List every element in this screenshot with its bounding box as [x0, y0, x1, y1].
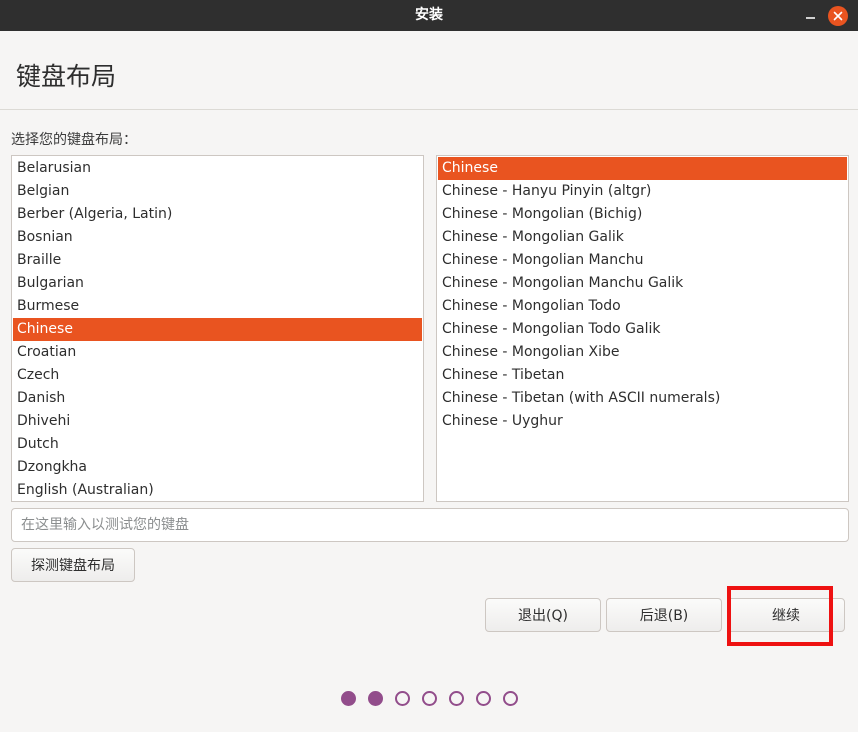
- progress-dot: [395, 691, 410, 706]
- close-icon: [833, 11, 843, 21]
- keyboard-layout-list[interactable]: Belarusian Belgian Berber (Algeria, Latin)…: [11, 155, 424, 502]
- list-item[interactable]: Chinese: [13, 318, 422, 341]
- minimize-button[interactable]: [800, 6, 820, 26]
- list-item[interactable]: Chinese - Mongolian Manchu: [438, 249, 847, 272]
- close-button[interactable]: [828, 6, 848, 26]
- progress-dots: [0, 691, 858, 707]
- list-item[interactable]: Croatian: [13, 341, 422, 364]
- list-item[interactable]: Chinese - Mongolian Xibe: [438, 341, 847, 364]
- layout-prompt-label: 选择您的键盘布局：: [11, 132, 137, 148]
- page-title: 键盘布局: [16, 62, 117, 91]
- list-item[interactable]: Chinese - Mongolian (Bichig): [438, 203, 847, 226]
- list-item[interactable]: Dzongkha: [13, 456, 422, 479]
- list-item[interactable]: Berber (Algeria, Latin): [13, 203, 422, 226]
- list-item[interactable]: Chinese - Mongolian Todo: [438, 295, 847, 318]
- minimize-icon: [805, 17, 815, 19]
- progress-dot: [422, 691, 437, 706]
- page-header: 键盘布局: [0, 31, 858, 110]
- list-item[interactable]: Chinese - Mongolian Manchu Galik: [438, 272, 847, 295]
- list-item[interactable]: Chinese - Mongolian Galik: [438, 226, 847, 249]
- list-item[interactable]: Dutch: [13, 433, 422, 456]
- list-item[interactable]: Chinese - Uyghur: [438, 410, 847, 433]
- progress-dot: [368, 691, 383, 706]
- list-item[interactable]: Chinese: [438, 157, 847, 180]
- list-item[interactable]: Bulgarian: [13, 272, 422, 295]
- window-title: 安装: [415, 7, 443, 23]
- title-bar: 安装: [0, 0, 858, 31]
- list-item[interactable]: Chinese - Tibetan (with ASCII numerals): [438, 387, 847, 410]
- list-item[interactable]: Chinese - Hanyu Pinyin (altgr): [438, 180, 847, 203]
- list-item[interactable]: Chinese - Tibetan: [438, 364, 847, 387]
- list-item[interactable]: Danish: [13, 387, 422, 410]
- list-item[interactable]: Chinese - Mongolian Todo Galik: [438, 318, 847, 341]
- list-item[interactable]: Belgian: [13, 180, 422, 203]
- list-item[interactable]: Bosnian: [13, 226, 422, 249]
- progress-dot: [449, 691, 464, 706]
- keyboard-test-input[interactable]: [11, 508, 849, 542]
- list-item[interactable]: Braille: [13, 249, 422, 272]
- list-item[interactable]: Burmese: [13, 295, 422, 318]
- progress-dot: [476, 691, 491, 706]
- list-item[interactable]: Czech: [13, 364, 422, 387]
- list-item[interactable]: Belarusian: [13, 157, 422, 180]
- detect-layout-button[interactable]: 探测键盘布局: [11, 548, 135, 582]
- list-item[interactable]: English (Australian): [13, 479, 422, 501]
- back-button[interactable]: 后退(B): [606, 598, 722, 632]
- quit-button[interactable]: 退出(Q): [485, 598, 601, 632]
- keyboard-variant-list[interactable]: Chinese Chinese - Hanyu Pinyin (altgr) Chi…: [436, 155, 849, 502]
- continue-button[interactable]: 继续: [727, 598, 845, 632]
- list-item[interactable]: Dhivehi: [13, 410, 422, 433]
- progress-dot: [341, 691, 356, 706]
- progress-dot: [503, 691, 518, 706]
